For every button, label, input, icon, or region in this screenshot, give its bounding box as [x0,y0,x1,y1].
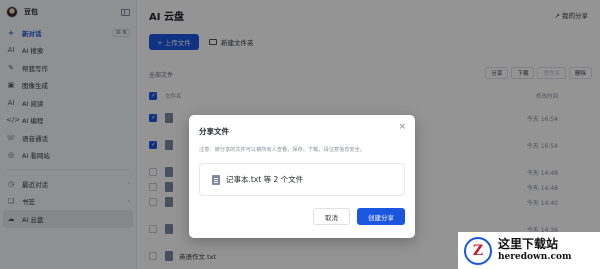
watermark-badge: Z 这里下载站 heredown.com [458,232,600,269]
watermark-logo-icon: Z [464,236,492,265]
document-icon [212,174,220,185]
watermark-url: heredown.com [498,252,572,263]
shared-files-summary: 记事本.txt 等 2 个文件 [226,175,304,184]
watermark-text: 这里下载站 heredown.com [498,237,572,263]
close-icon[interactable]: × [398,122,406,132]
share-dialog: 分享文件 × 注意：被分享的文件可以被所有人查看、保存、下载，请注意信息安全。 … [189,115,415,238]
create-share-button[interactable]: 创建分享 [357,208,405,225]
dialog-title: 分享文件 [199,127,229,136]
shared-files-box: 记事本.txt 等 2 个文件 [199,163,405,196]
cancel-button[interactable]: 取消 [313,208,350,225]
watermark-title: 这里下载站 [498,237,559,252]
dialog-note: 注意：被分享的文件可以被所有人查看、保存、下载，请注意信息安全。 [199,147,366,153]
